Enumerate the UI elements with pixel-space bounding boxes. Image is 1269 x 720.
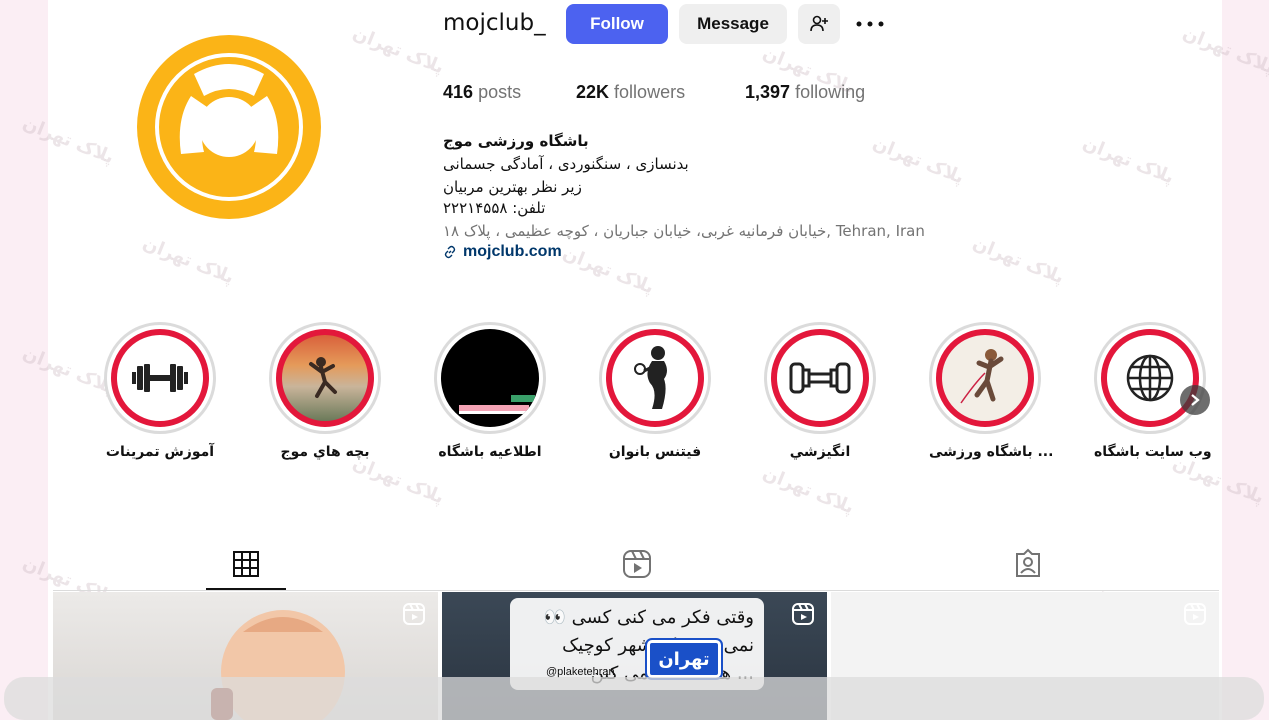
following-count: 1,397: [745, 82, 791, 102]
tab-posts[interactable]: [230, 548, 262, 580]
highlight-cover: [111, 329, 209, 427]
highlight-cover: [936, 329, 1034, 427]
followers-label: followers: [614, 82, 686, 102]
highlight-label: وب سايت باشگاه: [1094, 444, 1212, 460]
tab-reels[interactable]: [621, 548, 653, 580]
followers-count: 22K: [576, 82, 610, 102]
reels-icon: [623, 550, 651, 578]
posts-label: posts: [478, 82, 522, 102]
reel-badge-icon: [792, 603, 814, 625]
grid-icon: [233, 551, 259, 577]
highlight-item[interactable]: انگيزشي: [764, 322, 876, 460]
posts-count: 416: [443, 82, 474, 102]
highlight-ring: [434, 322, 546, 434]
post-caption-line: 👀 وقتی فکر می کنی کسی: [543, 607, 754, 628]
highlight-label: بچه هاي موج: [280, 444, 370, 460]
bio-name: باشگاه ورزشی موج: [443, 132, 589, 150]
bottom-overlay-bar: [4, 677, 1264, 720]
highlight-label: باشگاه ورزشی ...: [929, 444, 1053, 460]
tagged-icon: [1016, 548, 1040, 577]
profile-avatar[interactable]: [136, 34, 322, 220]
plate-logo: تهران: [645, 638, 723, 680]
bio-line: بدنسازی ، سنگنوردی ، آمادگی جسمانی: [443, 155, 689, 173]
highlight-ring: [104, 322, 216, 434]
link-icon: [444, 245, 456, 259]
highlight-label: اطلاعيه باشگاه: [438, 444, 542, 460]
highlight-ring: [929, 322, 1041, 434]
highlight-cover: [606, 329, 704, 427]
climber-image: [960, 349, 1004, 404]
highlight-cover: [771, 329, 869, 427]
mojclub-logo: [137, 35, 321, 219]
dumbbell-icon: [789, 362, 851, 394]
highlights-next-button[interactable]: [1180, 385, 1210, 415]
following-stat[interactable]: 1,397 following: [745, 82, 865, 103]
highlight-cover: [441, 329, 539, 427]
add-user-icon: [810, 15, 828, 32]
tabs-divider: [53, 590, 1219, 591]
highlight-item[interactable]: باشگاه ورزشی ...: [929, 322, 1053, 460]
dumbbell-icon: [132, 364, 188, 392]
followers-stat[interactable]: 22K followers: [576, 82, 685, 103]
posts-stat: 416 posts: [443, 82, 521, 103]
highlight-ring: [764, 322, 876, 434]
highlight-item[interactable]: اطلاعيه باشگاه: [434, 322, 546, 460]
bio-link-text: mojclub.com: [463, 243, 562, 260]
suggest-user-button[interactable]: [798, 4, 840, 44]
tab-tagged[interactable]: [1012, 548, 1044, 580]
following-label: following: [795, 82, 866, 102]
highlight-cover: [1101, 329, 1199, 427]
bio-website-link[interactable]: mojclub.com: [443, 243, 562, 261]
highlight-item[interactable]: آموزش تمرينات: [104, 322, 216, 460]
highlight-ring: [599, 322, 711, 434]
profile-username: mojclub_: [443, 10, 546, 36]
highlight-item[interactable]: فيتنس بانوان: [599, 322, 711, 460]
highlight-label: فيتنس بانوان: [608, 444, 702, 460]
chevron-right-icon: [1191, 394, 1200, 406]
highlight-cover: [276, 329, 374, 427]
highlight-label: آموزش تمرينات: [105, 444, 215, 460]
bio-line: زیر نظر بهترین مربیان: [443, 178, 582, 196]
highlight-item[interactable]: بچه هاي موج: [269, 322, 381, 460]
globe-icon: [1126, 354, 1174, 402]
highlight-label: انگيزشي: [789, 444, 851, 460]
bio-phone: تلفن: ۲۲۲۱۴۵۵۸: [443, 199, 546, 217]
follow-button[interactable]: Follow: [566, 4, 668, 44]
reel-badge-icon: [403, 603, 425, 625]
highlight-ring: [269, 322, 381, 434]
bio-address: خیابان فرمانیه غربی، خیابان جباریان ، کو…: [443, 222, 925, 240]
message-button[interactable]: Message: [679, 4, 787, 44]
reel-badge-icon: [1184, 603, 1206, 625]
more-dots-icon: [856, 21, 884, 27]
highlight-ring: [1094, 322, 1206, 434]
more-options-button[interactable]: [854, 14, 886, 34]
announcement-image: [459, 395, 535, 414]
woman-fitness-icon: [634, 346, 667, 409]
climber-image: [309, 357, 337, 398]
